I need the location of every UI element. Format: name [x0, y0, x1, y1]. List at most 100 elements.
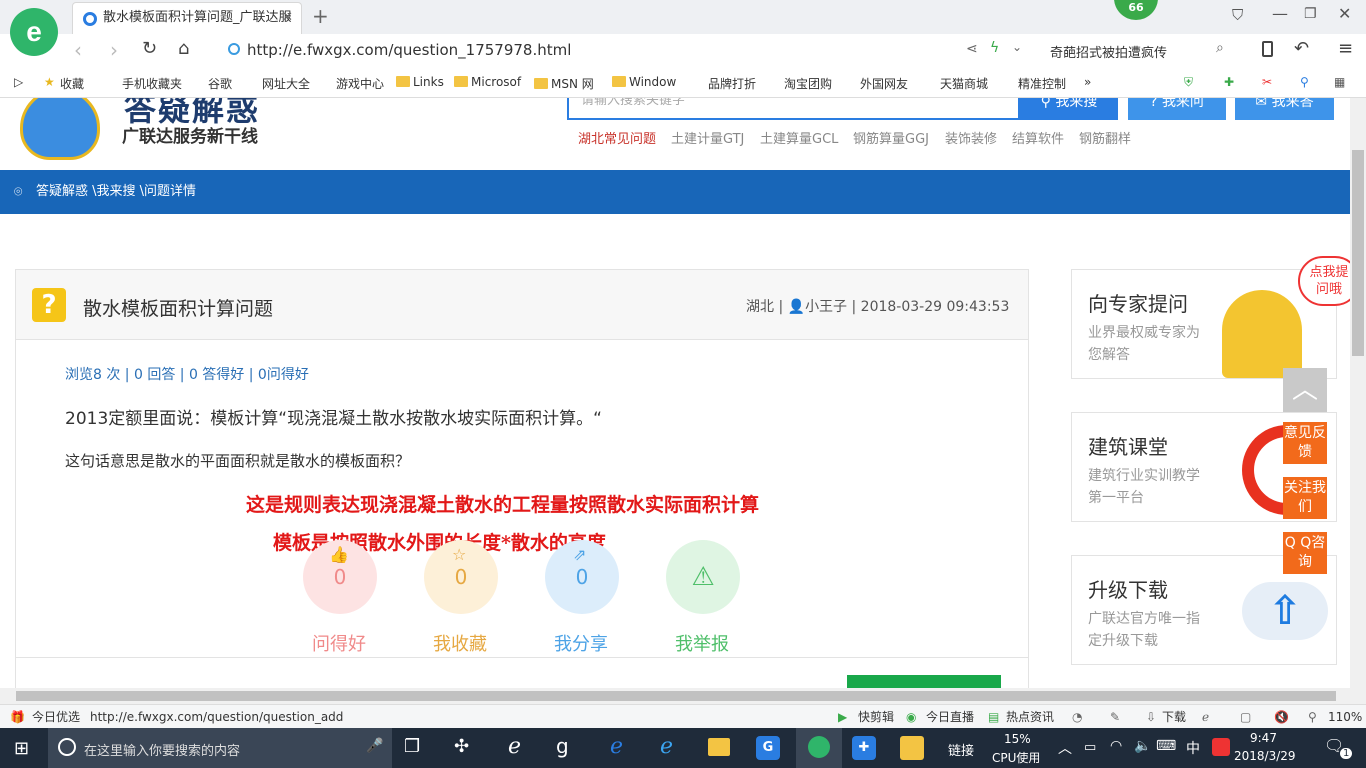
fav-item-2[interactable]: 谷歌: [208, 75, 232, 92]
vertical-scrollbar[interactable]: [1350, 98, 1366, 688]
search-field[interactable]: 奇葩招式被拍遭疯传: [1050, 42, 1167, 61]
report-label[interactable]: 我举报: [657, 630, 747, 656]
file-explorer-icon[interactable]: [708, 738, 730, 756]
quick-link-4[interactable]: 装饰装修: [945, 128, 997, 147]
breadcrumb-text[interactable]: 答疑解惑 \我来搜 \问题详情: [36, 184, 196, 199]
spiral-app-icon[interactable]: ց: [556, 734, 569, 758]
fav-item-6[interactable]: Microsof: [454, 75, 521, 89]
chevron-up-icon[interactable]: ︿: [1058, 738, 1072, 758]
favorite-label[interactable]: 我收藏: [415, 630, 505, 656]
windows-start-icon[interactable]: ⊞: [14, 738, 29, 759]
zoom-icon[interactable]: ⚲: [1308, 705, 1317, 729]
close-window-icon[interactable]: ✕: [1338, 4, 1351, 23]
chevron-down-icon[interactable]: ⌄: [1012, 40, 1022, 54]
lightning-icon[interactable]: ϟ: [990, 40, 999, 56]
report-button[interactable]: ⚠: [666, 540, 740, 614]
horizontal-scrollbar[interactable]: [0, 688, 1366, 704]
back-to-top-button[interactable]: ︿: [1283, 368, 1327, 412]
quick-link-3[interactable]: 钢筋算量GGJ: [853, 128, 929, 147]
status-item-2[interactable]: 热点资讯: [1006, 705, 1054, 729]
quick-link-5[interactable]: 结算软件: [1012, 128, 1064, 147]
edge-icon[interactable]: ℯ: [610, 734, 623, 759]
minimize-icon[interactable]: —: [1272, 4, 1288, 23]
ask-button[interactable]: ? 我来问: [1128, 98, 1226, 120]
share-label[interactable]: 我分享: [536, 630, 626, 656]
window-icon[interactable]: ▢: [1240, 705, 1251, 729]
fav-item-10[interactable]: 淘宝团购: [784, 75, 832, 92]
phone-icon[interactable]: [1262, 41, 1273, 57]
ime-indicator[interactable]: 中: [1186, 738, 1200, 758]
fav-item-4[interactable]: 游戏中心: [336, 75, 384, 92]
task-view-icon[interactable]: ❐: [404, 736, 420, 757]
taskbar-search[interactable]: 在这里输入你要搜索的内容 🎤: [48, 728, 392, 768]
wifi-icon[interactable]: ◠: [1110, 738, 1122, 754]
plus-icon[interactable]: ✚: [1224, 75, 1234, 89]
grid-icon[interactable]: ▦: [1334, 75, 1345, 89]
green-button[interactable]: [847, 675, 1001, 688]
volume-icon[interactable]: 🔈: [1134, 738, 1151, 754]
g-app-icon[interactable]: G: [756, 736, 780, 760]
browser-logo[interactable]: e: [10, 8, 58, 56]
answer-button[interactable]: ✉ 我来答: [1235, 98, 1334, 120]
site-logo[interactable]: 答疑解惑 广联达服务新干线: [14, 98, 274, 168]
tab-active[interactable]: 散水模板面积计算问题_广联达服 ✕: [72, 2, 302, 34]
mute-icon[interactable]: 🔇: [1274, 705, 1289, 729]
share-icon[interactable]: ⋖: [966, 41, 978, 57]
fav-item-1[interactable]: 手机收藏夹: [122, 75, 182, 92]
pinwheel-icon[interactable]: ✣: [454, 736, 469, 757]
meta-user[interactable]: 小王子: [805, 299, 847, 315]
fav-item-3[interactable]: 网址大全: [262, 75, 310, 92]
back-icon[interactable]: ‹: [74, 38, 82, 62]
close-tab-icon[interactable]: ✕: [282, 3, 293, 33]
fav-item-9[interactable]: 品牌打折: [708, 75, 756, 92]
link-label[interactable]: 链接: [948, 740, 974, 759]
active-browser-icon[interactable]: [796, 728, 842, 768]
plus-app-icon[interactable]: ✚: [852, 736, 876, 760]
scissors-icon[interactable]: ✂: [1262, 75, 1272, 89]
quick-link-6[interactable]: 钢筋翻样: [1079, 128, 1131, 147]
status-item-1[interactable]: 今日直播: [926, 705, 974, 729]
shirt-icon[interactable]: ⛉: [1232, 6, 1243, 24]
shield-icon[interactable]: ⛨: [1184, 75, 1193, 90]
more-favorites-icon[interactable]: »: [1084, 75, 1091, 89]
fav-item-0[interactable]: 收藏: [60, 75, 84, 92]
share-button[interactable]: ⇗ 0: [545, 540, 619, 614]
sidebar-toggle-icon[interactable]: ▷: [14, 75, 23, 89]
qq-consult-button[interactable]: Q Q咨询: [1283, 532, 1327, 574]
new-tab-icon[interactable]: +: [312, 4, 329, 28]
undo-icon[interactable]: ↶: [1294, 38, 1309, 59]
like-label[interactable]: 问得好: [294, 630, 384, 656]
edge-browser-icon[interactable]: ℯ: [508, 734, 521, 759]
fav-item-13[interactable]: 精准控制: [1018, 75, 1066, 92]
fav-item-5[interactable]: Links: [396, 75, 444, 89]
quick-link-2[interactable]: 土建算量GCL: [760, 128, 838, 147]
scroll-thumb[interactable]: [1352, 150, 1364, 356]
quick-link-1[interactable]: 土建计量GTJ: [671, 128, 744, 147]
battery-icon[interactable]: ▭: [1084, 740, 1096, 755]
ie-taskbar-icon[interactable]: ℯ: [660, 734, 673, 759]
sogou-icon[interactable]: [1212, 738, 1230, 756]
feedback-button[interactable]: 意见反馈: [1283, 422, 1327, 464]
forward-icon[interactable]: ›: [110, 38, 118, 62]
clock-time[interactable]: 9:47: [1250, 731, 1277, 745]
menu-icon[interactable]: ≡: [1338, 38, 1353, 59]
zoom-level[interactable]: 110%: [1328, 705, 1362, 729]
scroll-thumb-h[interactable]: [16, 691, 1336, 701]
ask-expert-box[interactable]: 向专家提问 业界最权威专家为您解答 点我提问哦: [1071, 256, 1350, 379]
status-item-3[interactable]: 下载: [1162, 705, 1186, 729]
search-button[interactable]: ⚲ 我来搜: [1020, 98, 1118, 120]
like-button[interactable]: 👍 0: [303, 540, 377, 614]
notes-app-icon[interactable]: [900, 736, 924, 760]
refresh-icon[interactable]: ↻: [142, 38, 157, 59]
status-left[interactable]: 今日优选: [32, 705, 80, 729]
maximize-icon[interactable]: ❐: [1304, 6, 1317, 22]
speed-icon[interactable]: ◔: [1072, 705, 1082, 729]
pin-icon[interactable]: ✎: [1110, 705, 1120, 729]
magnifier-icon[interactable]: ⚲: [1300, 75, 1309, 89]
fav-item-11[interactable]: 外国网友: [860, 75, 908, 92]
keyboard-icon[interactable]: ⌨: [1156, 738, 1176, 754]
fav-item-7[interactable]: MSN 网: [534, 75, 594, 92]
quick-link-0[interactable]: 湖北常见问题: [578, 128, 656, 147]
follow-button[interactable]: 关注我们: [1283, 477, 1327, 519]
clock-date[interactable]: 2018/3/29: [1234, 749, 1296, 763]
